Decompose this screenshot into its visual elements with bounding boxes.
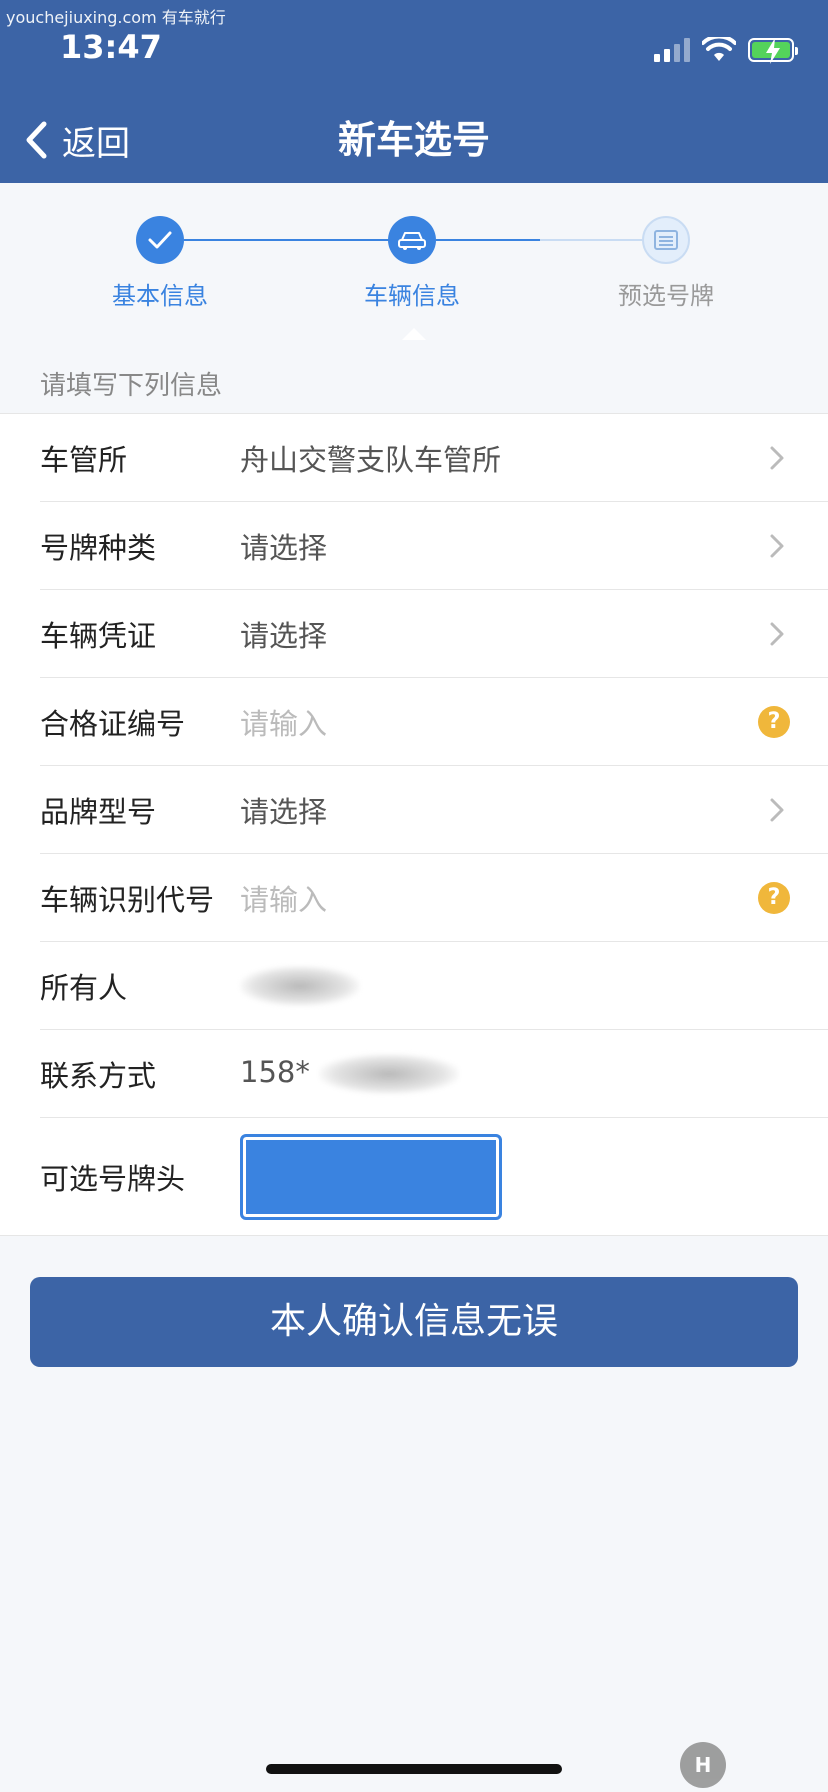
row-certificate-number[interactable]: 合格证编号 请输入 ? [40,678,828,766]
row-value: 请选择 [240,618,328,653]
row-label: 车辆凭证 [40,618,157,653]
confirm-info-button[interactable]: 本人确认信息无误 [30,1277,798,1367]
row-contact: 联系方式 158* [40,1030,828,1118]
chevron-right-icon [770,446,784,469]
row-label: 联系方式 [40,1058,157,1093]
chevron-right-icon [770,798,784,821]
home-indicator[interactable] [266,1764,562,1774]
row-label: 车辆识别代号 [40,882,215,917]
row-plate-type[interactable]: 号牌种类 请选择 [40,502,828,590]
wifi-icon [702,37,736,61]
row-value: 请选择 [240,530,328,565]
app-header: youchejiuxing.com 有车就行 13:47 返回 新车选号 [0,0,828,183]
step-3-label: 预选号牌 [618,282,714,310]
row-value: 舟山交警支队车管所 [240,442,502,477]
help-icon[interactable]: ? [758,705,790,738]
row-plate-prefix: 可选号牌头 [40,1118,828,1236]
step-connector-2-done [436,239,540,241]
redaction-blur [319,1053,460,1094]
row-label: 可选号牌头 [40,1162,186,1196]
certificate-number-input[interactable]: 请输入 [240,701,758,743]
contact-value: 158* [240,1053,828,1094]
phone-prefix: 158* [240,1054,310,1089]
step-connector-2-pending [540,239,644,241]
step-1-check-icon [136,216,184,264]
row-owner: 所有人 [40,942,828,1030]
redaction-blur [240,965,360,1006]
logo-icon: H [680,1742,726,1788]
step-3-plate-icon [642,216,690,264]
help-icon[interactable]: ? [758,881,790,914]
row-label: 所有人 [40,970,128,1005]
vin-input[interactable]: 请输入 [240,877,758,919]
active-step-caret [402,328,426,340]
cellular-signal-icon [654,38,690,62]
status-time: 13:47 [60,28,162,66]
owner-value [240,965,828,1006]
step-2-label: 车辆信息 [364,282,460,310]
row-brand-model[interactable]: 品牌型号 请选择 [40,766,828,854]
step-2-car-icon [388,216,436,264]
vehicle-info-form: 车管所 舟山交警支队车管所 号牌种类 请选择 车辆凭证 请选择 合格证编号 请输… [0,413,828,1236]
row-label: 车管所 [40,442,128,477]
status-icons [654,36,798,64]
chevron-right-icon [770,534,784,557]
row-value: 请选择 [240,794,328,829]
watermark: youchejiuxing.com 有车就行 [6,8,226,27]
row-vehicle-certificate[interactable]: 车辆凭证 请选择 [40,590,828,678]
page-title: 新车选号 [337,118,490,162]
row-vehicle-office[interactable]: 车管所 舟山交警支队车管所 [40,414,828,502]
plate-prefix-select[interactable] [240,1134,502,1220]
row-label: 品牌型号 [40,794,157,829]
row-label: 号牌种类 [40,530,157,565]
section-tip: 请填写下列信息 [40,371,223,401]
row-label: 合格证编号 [40,706,186,741]
step-connector-1 [184,239,394,241]
chevron-right-icon [770,622,784,645]
battery-icon [748,38,798,64]
row-vin[interactable]: 车辆识别代号 请输入 ? [40,854,828,942]
progress-stepper: 基本信息 车辆信息 预选号牌 [0,183,828,353]
step-1-label: 基本信息 [112,282,208,310]
